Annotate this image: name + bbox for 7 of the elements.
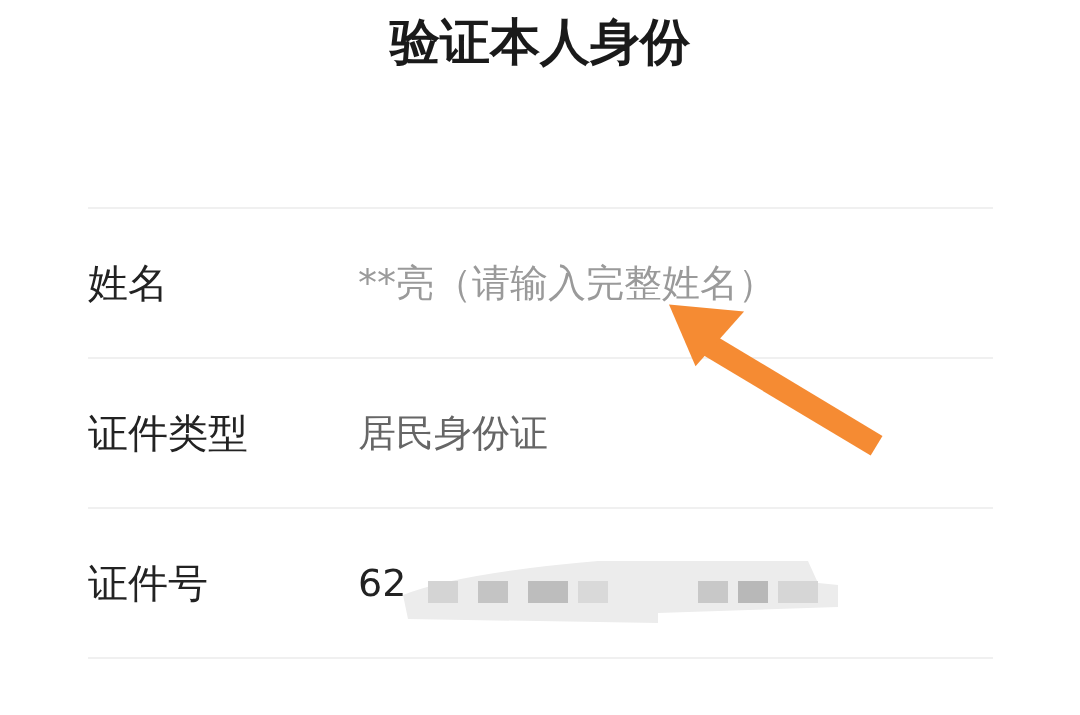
- name-field[interactable]: **亮（请输入完整姓名）: [358, 261, 918, 305]
- field-label: 证件号: [88, 558, 209, 608]
- page-title: 验证本人身份: [388, 12, 691, 73]
- id-number-value[interactable]: 62: [358, 561, 407, 605]
- id-type-value[interactable]: 居民身份证: [358, 410, 548, 455]
- field-label: 证件类型: [88, 408, 249, 458]
- field-label: 姓名: [88, 258, 169, 308]
